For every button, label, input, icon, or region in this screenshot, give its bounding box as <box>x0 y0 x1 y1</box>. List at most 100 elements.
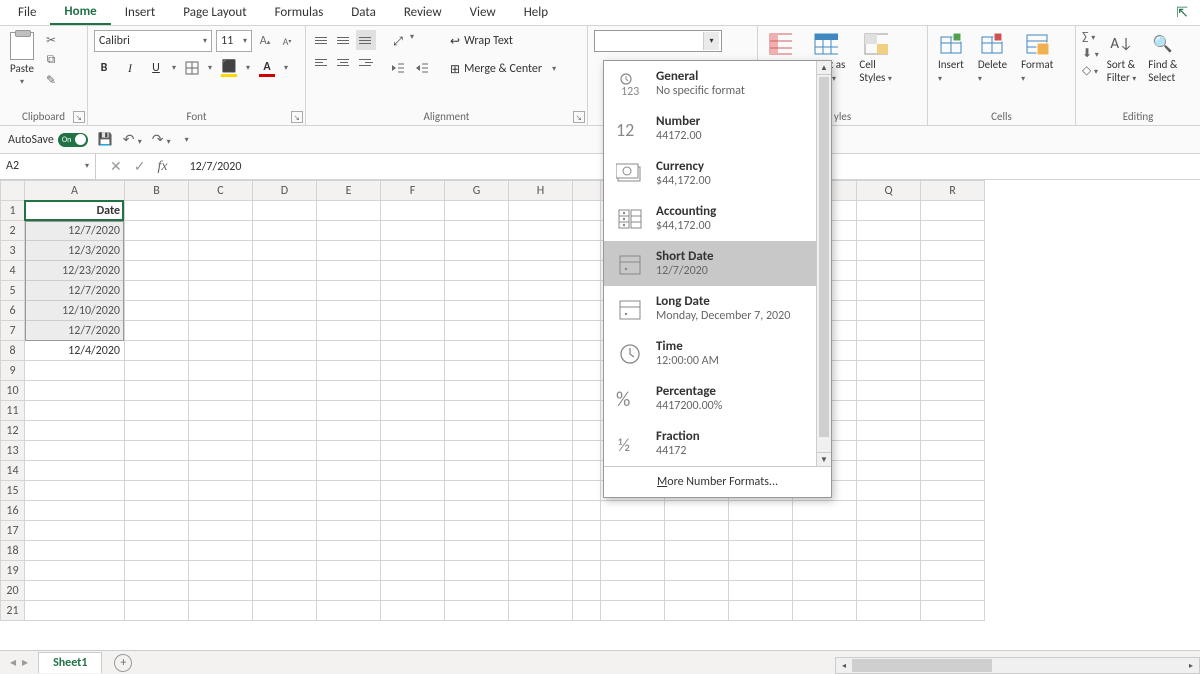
cell[interactable] <box>253 401 317 421</box>
chevron-down-icon[interactable]: ▾ <box>208 63 212 73</box>
cell[interactable]: 12/3/2020 <box>25 241 125 261</box>
row-header[interactable]: 1 <box>1 201 25 221</box>
column-header[interactable] <box>573 181 601 201</box>
cell[interactable] <box>601 561 665 581</box>
cell[interactable] <box>573 321 601 341</box>
cell[interactable] <box>601 521 665 541</box>
cell[interactable] <box>445 521 509 541</box>
cell[interactable] <box>921 441 985 461</box>
cell[interactable] <box>317 361 381 381</box>
cell[interactable] <box>921 361 985 381</box>
cell[interactable] <box>253 601 317 621</box>
row-header[interactable]: 6 <box>1 301 25 321</box>
cell[interactable] <box>573 481 601 501</box>
number-format-option-fraction[interactable]: ½Fraction44172 <box>604 421 831 466</box>
cell[interactable] <box>509 261 573 281</box>
cell[interactable] <box>189 421 253 441</box>
cell[interactable] <box>189 481 253 501</box>
cell[interactable] <box>573 401 601 421</box>
cell[interactable] <box>317 581 381 601</box>
cell[interactable] <box>573 301 601 321</box>
font-name-combo[interactable]: Calibri▾ <box>94 30 212 52</box>
cell[interactable] <box>921 461 985 481</box>
cell[interactable] <box>189 401 253 421</box>
cell[interactable] <box>381 461 445 481</box>
cell[interactable]: 12/7/2020 <box>25 281 125 301</box>
cell[interactable] <box>729 541 793 561</box>
customize-qat-button[interactable]: ▾ <box>185 135 189 145</box>
cell[interactable] <box>445 241 509 261</box>
tab-formulas[interactable]: Formulas <box>261 1 338 24</box>
cell[interactable] <box>317 521 381 541</box>
cell[interactable] <box>509 361 573 381</box>
cell[interactable] <box>729 581 793 601</box>
cell[interactable] <box>857 541 921 561</box>
cell[interactable] <box>921 381 985 401</box>
align-top-button[interactable] <box>312 30 332 50</box>
increase-indent-button[interactable] <box>412 58 432 78</box>
cell[interactable] <box>665 581 729 601</box>
chevron-down-icon[interactable]: ▾ <box>172 63 176 73</box>
insert-cells-button[interactable]: Insert▾ <box>934 30 968 86</box>
cell[interactable] <box>857 521 921 541</box>
cell[interactable] <box>317 381 381 401</box>
cell[interactable] <box>857 221 921 241</box>
cell[interactable] <box>381 441 445 461</box>
cell[interactable] <box>253 481 317 501</box>
cell[interactable] <box>189 461 253 481</box>
cell[interactable] <box>317 301 381 321</box>
cell[interactable] <box>381 221 445 241</box>
cell[interactable] <box>921 521 985 541</box>
cell[interactable] <box>729 601 793 621</box>
cell[interactable] <box>573 561 601 581</box>
cell[interactable] <box>509 321 573 341</box>
cell[interactable] <box>573 341 601 361</box>
cell[interactable] <box>445 361 509 381</box>
chevron-down-icon[interactable]: ▾ <box>284 63 288 73</box>
redo-button[interactable]: ↷ ▾ <box>152 131 171 148</box>
name-box[interactable]: A2▾ <box>0 154 96 180</box>
row-header[interactable]: 7 <box>1 321 25 341</box>
row-header[interactable]: 15 <box>1 481 25 501</box>
cell[interactable] <box>189 441 253 461</box>
cell[interactable] <box>253 541 317 561</box>
cell[interactable] <box>573 601 601 621</box>
cell[interactable] <box>729 521 793 541</box>
cell[interactable] <box>573 461 601 481</box>
cell[interactable] <box>317 501 381 521</box>
cell[interactable] <box>125 401 189 421</box>
tab-review[interactable]: Review <box>390 1 456 24</box>
cell[interactable] <box>573 521 601 541</box>
cell[interactable] <box>253 221 317 241</box>
chevron-down-icon[interactable]: ▾ <box>20 77 24 87</box>
sheet-nav-next[interactable]: ▸ <box>22 655 28 670</box>
cell[interactable] <box>253 421 317 441</box>
cell[interactable] <box>381 321 445 341</box>
chevron-down-icon[interactable]: ▾ <box>410 32 414 52</box>
cell[interactable] <box>445 421 509 441</box>
conditional-formatting-button[interactable] <box>764 30 796 58</box>
cell[interactable] <box>317 321 381 341</box>
cell[interactable] <box>189 261 253 281</box>
cell[interactable] <box>317 421 381 441</box>
cell[interactable] <box>381 501 445 521</box>
cell[interactable] <box>125 361 189 381</box>
cell[interactable] <box>445 581 509 601</box>
cell[interactable] <box>857 501 921 521</box>
number-format-option-general[interactable]: 123GeneralNo specific format <box>604 61 831 106</box>
cell[interactable] <box>509 341 573 361</box>
dialog-launcher-icon[interactable]: ↘ <box>573 111 585 123</box>
cell[interactable] <box>573 201 601 221</box>
cell[interactable] <box>445 221 509 241</box>
format-painter-button[interactable]: ✎ <box>42 72 60 88</box>
cell[interactable] <box>253 321 317 341</box>
chevron-down-icon[interactable]: ▾ <box>703 32 719 50</box>
cell[interactable] <box>317 561 381 581</box>
cut-button[interactable]: ✂ <box>42 32 60 48</box>
cell[interactable] <box>25 401 125 421</box>
row-header[interactable]: 3 <box>1 241 25 261</box>
cell[interactable] <box>665 501 729 521</box>
cell[interactable] <box>921 421 985 441</box>
column-header[interactable]: D <box>253 181 317 201</box>
cell[interactable] <box>253 241 317 261</box>
